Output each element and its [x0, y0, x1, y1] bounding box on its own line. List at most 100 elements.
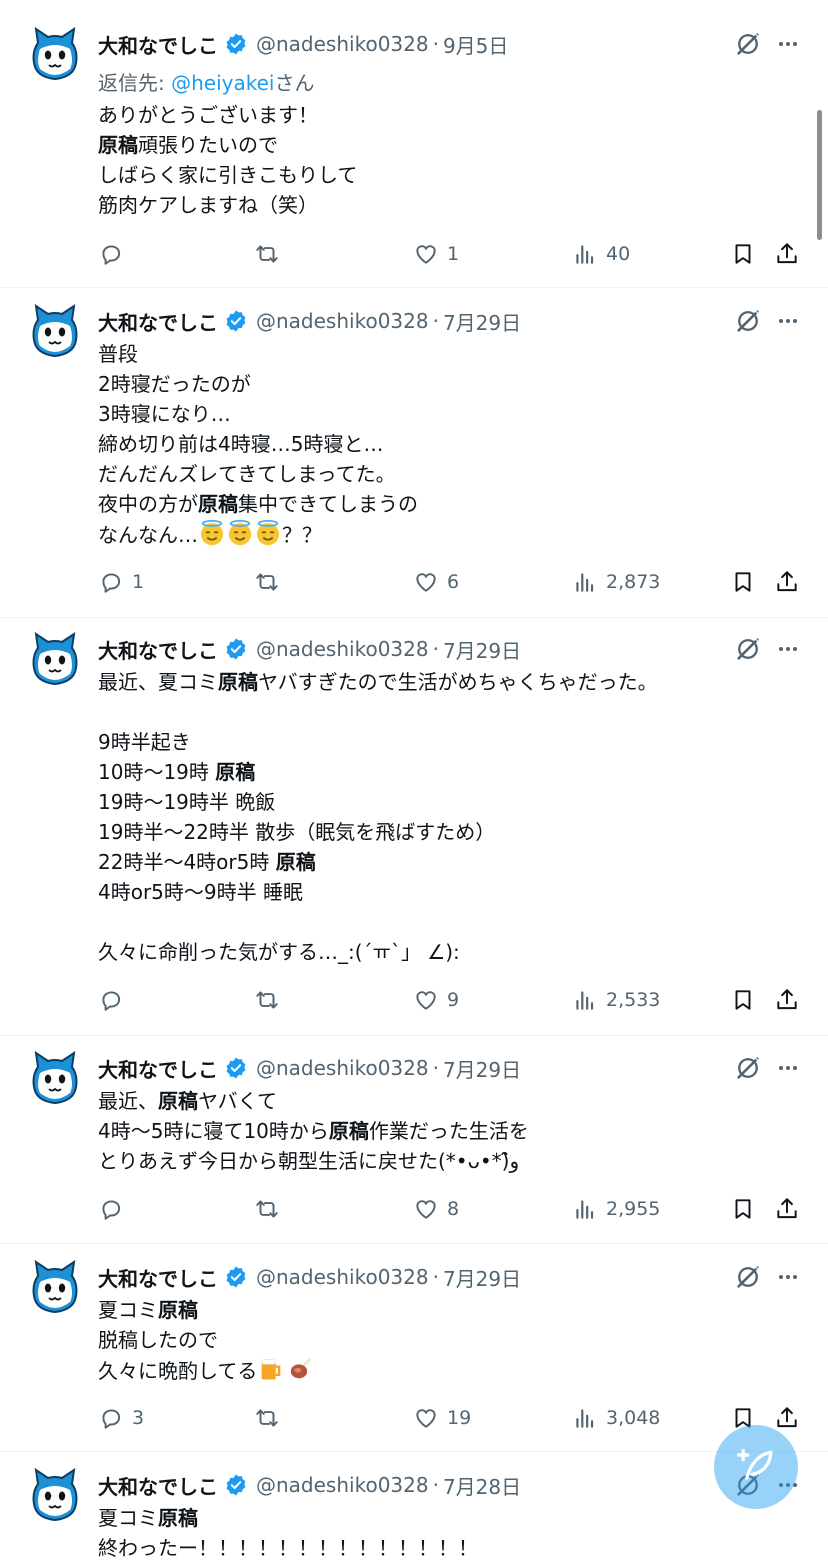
text-segment: 久々に晩酌してる: [98, 1359, 258, 1383]
reply-button[interactable]: [98, 238, 124, 270]
tweet-date[interactable]: 9月5日: [443, 30, 508, 59]
tweet-text[interactable]: 夏コミ原稿 脱稿したので 久々に晩酌してる: [98, 1295, 798, 1385]
tweet-card[interactable]: 大和なでしこ @nadeshiko0328 · 7月29日 夏コミ原稿 脱稿したので 久々に…: [0, 1244, 828, 1452]
reply-button[interactable]: [98, 1193, 124, 1225]
tweet-card[interactable]: 大和なでしこ @nadeshiko0328 · 7月29日 最近、原稿ヤバくて 4時〜5時…: [0, 1036, 828, 1244]
retweet-button[interactable]: [254, 1193, 280, 1225]
meat-emoji-icon: [285, 1355, 313, 1391]
like-button[interactable]: 19: [413, 1402, 471, 1434]
avatar[interactable]: [30, 1050, 80, 1107]
text-segment: 4時or5時〜9時半 睡眠: [98, 880, 303, 904]
tweet-date[interactable]: 7月29日: [443, 307, 521, 336]
tweet-actions: 1 40: [98, 238, 810, 270]
like-button[interactable]: 9: [413, 984, 459, 1016]
grok-icon[interactable]: [734, 1054, 762, 1082]
tweet-text[interactable]: 夏コミ原稿 終わったー！！！！！！！！！！！！！！: [98, 1503, 798, 1563]
bookmark-button[interactable]: [730, 1193, 756, 1225]
tweet-text[interactable]: 普段 2時寝だったのが 3時寝になり… 締め切り前は4時寝…5時寝と… だんだんズレてき…: [98, 339, 798, 549]
grok-icon[interactable]: [734, 635, 762, 663]
retweet-button[interactable]: [254, 238, 280, 270]
tweet-date[interactable]: 7月29日: [443, 1054, 521, 1083]
reply-button[interactable]: [98, 984, 124, 1016]
avatar[interactable]: [30, 1467, 80, 1524]
avatar[interactable]: [30, 631, 80, 688]
author-handle[interactable]: @nadeshiko0328: [256, 637, 429, 661]
avatar[interactable]: [30, 1259, 80, 1316]
tweet-card[interactable]: 大和なでしこ @nadeshiko0328 · 7月29日 普段 2時寝だったのが 3時寝に…: [0, 288, 828, 618]
like-button[interactable]: 1: [413, 238, 459, 270]
author-handle[interactable]: @nadeshiko0328: [256, 1473, 429, 1497]
retweet-button[interactable]: [254, 1402, 280, 1434]
tweet-text[interactable]: 最近、原稿ヤバくて 4時〜5時に寝て10時から原稿作業だった生活を とりあえず今日か…: [98, 1086, 798, 1176]
author-name[interactable]: 大和なでしこ: [98, 307, 218, 336]
text-segment: 普段: [98, 342, 138, 366]
tweet-date[interactable]: 7月29日: [443, 1263, 521, 1292]
share-button[interactable]: [774, 566, 800, 598]
avatar[interactable]: [30, 26, 80, 83]
views-count: 3,048: [606, 1407, 661, 1429]
tweet-card[interactable]: 大和なでしこ @nadeshiko0328 · 7月29日 最近、夏コミ原稿ヤバすぎたの…: [0, 618, 828, 1036]
share-button[interactable]: [774, 1193, 800, 1225]
views-button[interactable]: 40: [572, 238, 630, 270]
more-icon[interactable]: [776, 637, 800, 661]
like-count: 1: [447, 243, 460, 265]
author-name[interactable]: 大和なでしこ: [98, 635, 218, 664]
tweet-card[interactable]: 大和なでしこ @nadeshiko0328 · 7月28日 夏コミ原稿 終わったー！！！！…: [0, 1452, 828, 1568]
like-button[interactable]: 6: [413, 566, 459, 598]
like-button[interactable]: 8: [413, 1193, 459, 1225]
grok-icon[interactable]: [734, 307, 762, 335]
tweet-text-line: 最近、夏コミ原稿ヤバすぎたので生活がめちゃくちゃだった。: [98, 667, 798, 697]
more-icon[interactable]: [776, 1265, 800, 1289]
views-count: 2,955: [606, 1198, 661, 1220]
bookmark-button[interactable]: [730, 566, 756, 598]
like-count: 19: [447, 1407, 472, 1429]
author-handle[interactable]: @nadeshiko0328: [256, 1265, 429, 1289]
share-button[interactable]: [774, 1402, 800, 1434]
tweet-date[interactable]: 7月29日: [443, 635, 521, 664]
compose-button[interactable]: [714, 1425, 798, 1509]
avatar[interactable]: [30, 303, 80, 360]
text-segment: ありがとうございます！: [98, 103, 318, 127]
text-segment: ？？: [282, 523, 322, 547]
author-handle[interactable]: @nadeshiko0328: [256, 309, 429, 333]
tweet-card[interactable]: 大和なでしこ @nadeshiko0328 · 9月5日 返信先: @heiyakeiさ…: [0, 0, 828, 288]
tweet-text[interactable]: 最近、夏コミ原稿ヤバすぎたので生活がめちゃくちゃだった。 9時半起き 10時〜19時…: [98, 667, 798, 967]
share-button[interactable]: [774, 238, 800, 270]
author-handle[interactable]: @nadeshiko0328: [256, 1056, 429, 1080]
verified-badge-icon: [224, 32, 248, 56]
author-name[interactable]: 大和なでしこ: [98, 30, 218, 59]
retweet-icon: [254, 241, 280, 267]
tweet-text-line: [98, 697, 798, 727]
replying-to-mention[interactable]: @heiyakei: [171, 71, 274, 95]
retweet-button[interactable]: [254, 984, 280, 1016]
verified-badge-icon: [224, 637, 248, 661]
tweet-date[interactable]: 7月28日: [443, 1471, 521, 1500]
bookmark-button[interactable]: [730, 238, 756, 270]
grok-icon[interactable]: [734, 30, 762, 58]
tweet-text[interactable]: ありがとうございます！ 原稿頑張りたいので しばらく家に引きこもりして 筋肉ケアします…: [98, 100, 798, 220]
author-handle[interactable]: @nadeshiko0328: [256, 32, 429, 56]
author-name[interactable]: 大和なでしこ: [98, 1054, 218, 1083]
views-button[interactable]: 2,955: [572, 1193, 660, 1225]
more-icon[interactable]: [776, 1056, 800, 1080]
reply-button[interactable]: 1: [98, 566, 144, 598]
text-segment: とりあえず今日から朝型生活に戻せた(*•ᴗ•*)و̑̑: [98, 1149, 520, 1173]
retweet-button[interactable]: [254, 566, 280, 598]
author-name[interactable]: 大和なでしこ: [98, 1263, 218, 1292]
reply-button[interactable]: 3: [98, 1402, 144, 1434]
tweet-text-line: 夏コミ原稿: [98, 1503, 798, 1533]
more-icon[interactable]: [776, 32, 800, 56]
text-segment: 3時寝になり…: [98, 402, 231, 426]
views-button[interactable]: 3,048: [572, 1402, 660, 1434]
scrollbar[interactable]: [817, 110, 822, 240]
tweet-text-line: 夜中の方が原稿集中できてしまうの: [98, 489, 798, 519]
more-icon[interactable]: [776, 309, 800, 333]
bookmark-button[interactable]: [730, 984, 756, 1016]
tweet-text-line: 最近、原稿ヤバくて: [98, 1086, 798, 1116]
views-button[interactable]: 2,533: [572, 984, 660, 1016]
author-name[interactable]: 大和なでしこ: [98, 1471, 218, 1500]
tweet-header: 大和なでしこ @nadeshiko0328 · 9月5日: [98, 29, 808, 59]
share-button[interactable]: [774, 984, 800, 1016]
grok-icon[interactable]: [734, 1263, 762, 1291]
views-button[interactable]: 2,873: [572, 566, 660, 598]
